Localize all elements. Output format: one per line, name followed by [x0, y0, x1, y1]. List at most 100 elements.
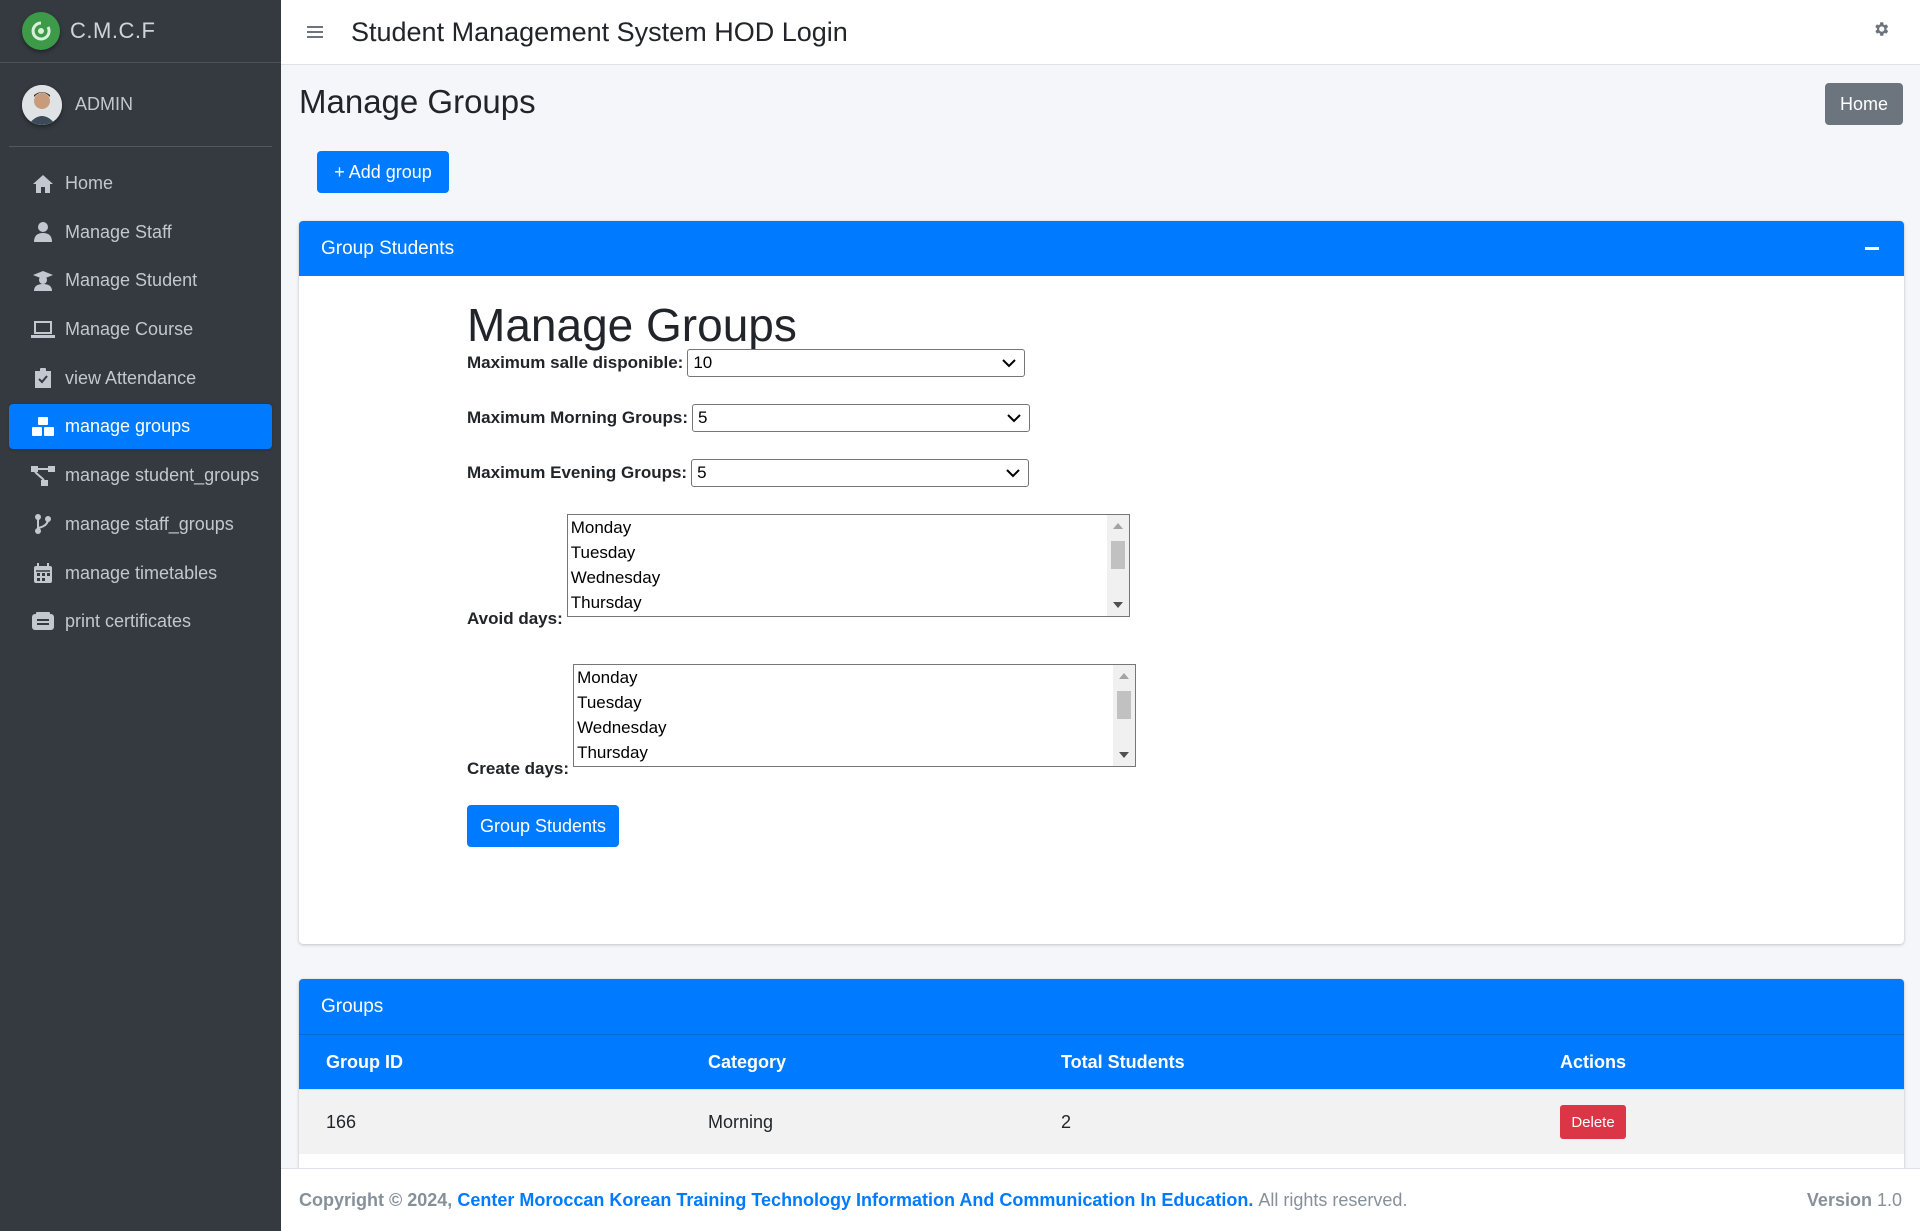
sidebar-item-manage-groups[interactable]: manage groups [9, 404, 272, 450]
sidebar-item-manage-course[interactable]: Manage Course [9, 307, 272, 352]
sidebar-item-label: Home [65, 173, 114, 193]
column-header-category: Category [681, 1034, 1034, 1090]
avoid-days-listbox[interactable]: Monday Tuesday Wednesday Thursday [566, 514, 1130, 618]
form-heading: Manage Groups [467, 299, 797, 351]
sidebar-nav: Home Manage Staff Manage Student Manage … [0, 147, 281, 644]
day-option[interactable]: Tuesday [574, 690, 1135, 715]
cubes-icon [31, 415, 55, 439]
delete-button[interactable]: Delete [1560, 1105, 1626, 1139]
sidebar-item-view-attendance[interactable]: view Attendance [9, 356, 272, 401]
scroll-down-arrow-icon[interactable] [1112, 602, 1123, 609]
chevron-down-icon [1006, 468, 1020, 478]
day-option[interactable]: Wednesday [574, 715, 1135, 740]
add-group-button[interactable]: + Add group [317, 151, 449, 193]
group-students-card: Group Students Manage Groups Maximum sal… [299, 221, 1904, 944]
day-option[interactable]: Tuesday [568, 540, 1129, 565]
card-title: Group Students [321, 237, 455, 259]
groups-table: Group ID Category Total Students Actions… [299, 1034, 1904, 1154]
listbox-scrollbar[interactable] [1113, 665, 1136, 767]
scroll-up-arrow-icon[interactable] [1119, 673, 1130, 680]
sidebar-item-label: manage staff_groups [65, 513, 234, 534]
footer: Copyright © 2024, Center Moroccan Korean… [281, 1168, 1920, 1231]
main-content: Manage Groups Home + Add group Group Stu… [281, 65, 1920, 1231]
groups-card-header: Groups [299, 979, 1904, 1034]
scroll-thumb[interactable] [1110, 541, 1125, 570]
certificate-icon [31, 610, 55, 634]
day-option[interactable]: Thursday [574, 740, 1135, 765]
home-button[interactable]: Home [1825, 83, 1903, 125]
group-students-button[interactable]: Group Students [467, 805, 619, 848]
brand-logo-icon [22, 12, 60, 50]
evening-select[interactable]: 5 [691, 459, 1030, 488]
laptop-icon [31, 318, 55, 342]
user-panel[interactable]: ADMIN [9, 63, 272, 147]
morning-label: Maximum Morning Groups: [467, 408, 688, 428]
column-header-actions: Actions [1533, 1034, 1904, 1090]
evening-row: Maximum Evening Groups: 5 [467, 459, 1136, 488]
sidebar-item-manage-staff-groups[interactable]: manage staff_groups [9, 502, 272, 547]
chevron-down-icon [1002, 358, 1017, 368]
branch-icon [31, 512, 55, 536]
salle-label: Maximum salle disponible: [467, 353, 684, 373]
rights-text: All rights reserved. [1258, 1189, 1408, 1210]
create-days-listbox[interactable]: Monday Tuesday Wednesday Thursday [573, 664, 1137, 768]
sidebar-item-label: print certificates [65, 611, 192, 632]
avoid-days-row: Avoid days: Monday Tuesday Wednesday Thu… [467, 514, 1136, 628]
version-label: Version [1806, 1189, 1872, 1210]
top-navbar: Student Management System HOD Login [281, 0, 1920, 65]
salle-value: 10 [693, 353, 713, 373]
group-form: Manage Groups Maximum salle disponible: … [467, 298, 1137, 848]
brand-link[interactable]: C.M.C.F [0, 0, 281, 63]
group-students-card-header: Group Students [299, 221, 1904, 276]
day-option[interactable]: Thursday [568, 590, 1129, 615]
cell-total-students: 2 [1034, 1089, 1533, 1154]
organization-link[interactable]: Center Moroccan Korean Training Technolo… [457, 1190, 1253, 1211]
sidebar-item-print-certificates[interactable]: print certificates [9, 599, 272, 644]
hamburger-menu-icon[interactable] [307, 19, 331, 45]
scroll-up-arrow-icon[interactable] [1112, 523, 1123, 530]
sidebar-item-manage-staff[interactable]: Manage Staff [9, 210, 272, 255]
morning-value: 5 [698, 408, 708, 428]
sidebar-item-manage-student[interactable]: Manage Student [9, 258, 272, 303]
listbox-scrollbar[interactable] [1106, 515, 1129, 617]
page-title: Manage Groups [299, 83, 536, 120]
gear-icon[interactable] [1872, 20, 1894, 42]
chevron-down-icon [1007, 413, 1021, 423]
avoid-days-label: Avoid days: [467, 609, 563, 629]
morning-select[interactable]: 5 [692, 404, 1030, 433]
copyright-text: Copyright © 2024, [299, 1189, 453, 1210]
user-icon [31, 220, 55, 244]
salle-select[interactable]: 10 [687, 349, 1026, 378]
day-option[interactable]: Monday [574, 665, 1135, 690]
calendar-icon [31, 561, 55, 585]
create-days-row: Create days: Monday Tuesday Wednesday Th… [467, 664, 1137, 778]
sidebar-item-label: Manage Student [65, 270, 198, 291]
network-icon [31, 464, 55, 488]
table-header-row: Group ID Category Total Students Actions [299, 1034, 1904, 1090]
graduate-icon [31, 269, 55, 293]
home-icon [31, 172, 55, 196]
evening-label: Maximum Evening Groups: [467, 463, 688, 483]
scroll-thumb[interactable] [1117, 691, 1132, 720]
sidebar-item-label: manage student_groups [65, 465, 260, 486]
collapse-minus-icon[interactable] [1862, 238, 1882, 258]
sidebar-item-home[interactable]: Home [9, 161, 272, 206]
version-value: 1.0 [1876, 1189, 1902, 1210]
sidebar-item-label: manage groups [65, 416, 191, 437]
sidebar-item-manage-student-groups[interactable]: manage student_groups [9, 453, 272, 498]
version-info: Version 1.0 [1807, 1190, 1902, 1211]
scroll-down-arrow-icon[interactable] [1119, 752, 1130, 759]
user-name: ADMIN [75, 94, 133, 114]
day-option[interactable]: Wednesday [568, 565, 1129, 590]
cell-actions: Delete [1533, 1089, 1904, 1154]
sidebar-item-label: manage timetables [65, 562, 218, 583]
column-header-group-id: Group ID [299, 1034, 681, 1090]
app-title: Student Management System HOD Login [351, 16, 848, 47]
day-option[interactable]: Monday [568, 515, 1129, 540]
column-header-total-students: Total Students [1034, 1034, 1533, 1090]
table-row: 166 Morning 2 Delete [299, 1089, 1904, 1154]
evening-value: 5 [697, 463, 707, 483]
sidebar: C.M.C.F ADMIN Home Manage Staff Manage S… [0, 0, 281, 1231]
sidebar-item-manage-timetables[interactable]: manage timetables [9, 551, 272, 596]
sidebar-item-label: Manage Staff [65, 221, 172, 242]
